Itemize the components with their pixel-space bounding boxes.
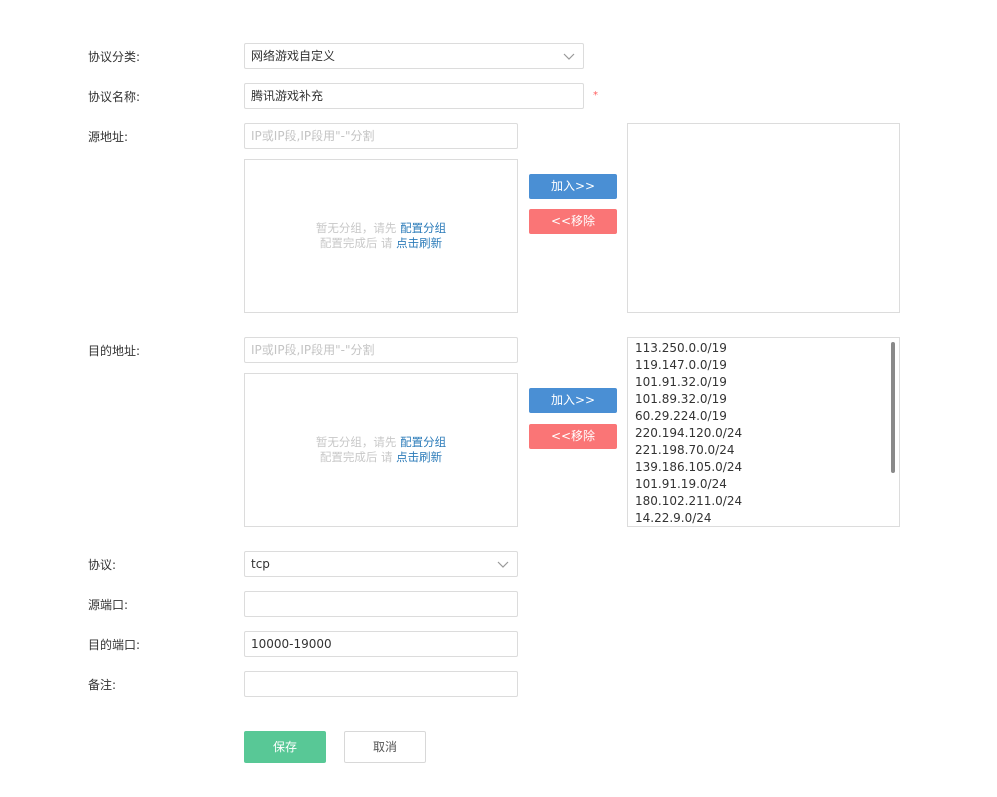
dst-port-input[interactable]: 10000-19000 <box>244 631 518 657</box>
destination-selected-list[interactable]: 113.250.0.0/19 119.147.0.0/19 101.91.32.0/… <box>627 337 900 527</box>
destination-empty-text-2: 配置完成后 请 <box>319 450 393 464</box>
source-remove-button[interactable]: <<移除 <box>529 209 617 234</box>
destination-ip-item[interactable]: 139.186.105.0/24 <box>635 459 899 476</box>
source-ip-text[interactable] <box>245 124 517 148</box>
destination-refresh-link[interactable]: 点击刷新 <box>396 450 442 464</box>
source-selected-list[interactable] <box>627 123 900 313</box>
scrollbar-thumb[interactable] <box>891 342 895 473</box>
dst-port-label: 目的端口: <box>88 638 141 652</box>
destination-label: 目的地址: <box>88 344 141 358</box>
category-label: 协议分类: <box>88 50 141 64</box>
destination-ip-item[interactable]: 101.91.19.0/24 <box>635 476 899 493</box>
destination-ip-item[interactable]: 220.194.120.0/24 <box>635 425 899 442</box>
destination-group-box: 暂无分组，请先 配置分组 配置完成后 请 点击刷新 <box>244 373 518 527</box>
source-empty-text-1: 暂无分组，请先 <box>315 221 397 235</box>
destination-ip-list: 113.250.0.0/19 119.147.0.0/19 101.91.32.0/… <box>628 338 899 526</box>
category-select[interactable]: 网络游戏自定义 <box>244 43 584 69</box>
protocol-label: 协议: <box>88 558 117 572</box>
source-ip-input[interactable] <box>244 123 518 149</box>
source-label: 源地址: <box>88 130 129 144</box>
protocol-select[interactable]: tcp <box>244 551 518 577</box>
chevron-down-icon <box>563 53 575 60</box>
destination-empty-hint: 暂无分组，请先 配置分组 配置完成后 请 点击刷新 <box>245 435 517 465</box>
source-empty-hint: 暂无分组，请先 配置分组 配置完成后 请 点击刷新 <box>245 221 517 251</box>
source-group-box: 暂无分组，请先 配置分组 配置完成后 请 点击刷新 <box>244 159 518 313</box>
destination-ip-input[interactable] <box>244 337 518 363</box>
destination-ip-item[interactable]: 101.91.32.0/19 <box>635 374 899 391</box>
protocol-value: tcp <box>251 557 270 571</box>
source-empty-text-2: 配置完成后 请 <box>319 236 393 250</box>
save-button[interactable]: 保存 <box>244 731 326 763</box>
remark-label: 备注: <box>88 678 117 692</box>
destination-ip-item[interactable]: 60.29.224.0/19 <box>635 408 899 425</box>
required-mark: * <box>593 90 598 101</box>
name-value: 腾讯游戏补充 <box>251 89 324 103</box>
src-port-input[interactable] <box>244 591 518 617</box>
destination-ip-item[interactable]: 221.198.70.0/24 <box>635 442 899 459</box>
remark-input[interactable] <box>244 671 518 697</box>
destination-ip-item[interactable]: 180.102.211.0/24 <box>635 493 899 510</box>
src-port-label: 源端口: <box>88 598 129 612</box>
name-input[interactable]: 腾讯游戏补充 <box>244 83 584 109</box>
destination-empty-text-1: 暂无分组，请先 <box>315 435 397 449</box>
category-value: 网络游戏自定义 <box>251 49 336 63</box>
dst-port-value: 10000-19000 <box>251 637 332 651</box>
destination-ip-item[interactable]: 14.22.9.0/24 <box>635 510 899 526</box>
destination-ip-item[interactable]: 119.147.0.0/19 <box>635 357 899 374</box>
destination-ip-text[interactable] <box>245 338 517 362</box>
destination-remove-button[interactable]: <<移除 <box>529 424 617 449</box>
source-refresh-link[interactable]: 点击刷新 <box>396 236 442 250</box>
source-config-group-link[interactable]: 配置分组 <box>400 221 446 235</box>
destination-add-button[interactable]: 加入>> <box>529 388 617 413</box>
destination-config-group-link[interactable]: 配置分组 <box>400 435 446 449</box>
name-label: 协议名称: <box>88 90 141 104</box>
source-add-button[interactable]: 加入>> <box>529 174 617 199</box>
destination-ip-item[interactable]: 113.250.0.0/19 <box>635 340 899 357</box>
chevron-down-icon <box>497 561 509 568</box>
cancel-button[interactable]: 取消 <box>344 731 426 763</box>
destination-ip-item[interactable]: 101.89.32.0/19 <box>635 391 899 408</box>
